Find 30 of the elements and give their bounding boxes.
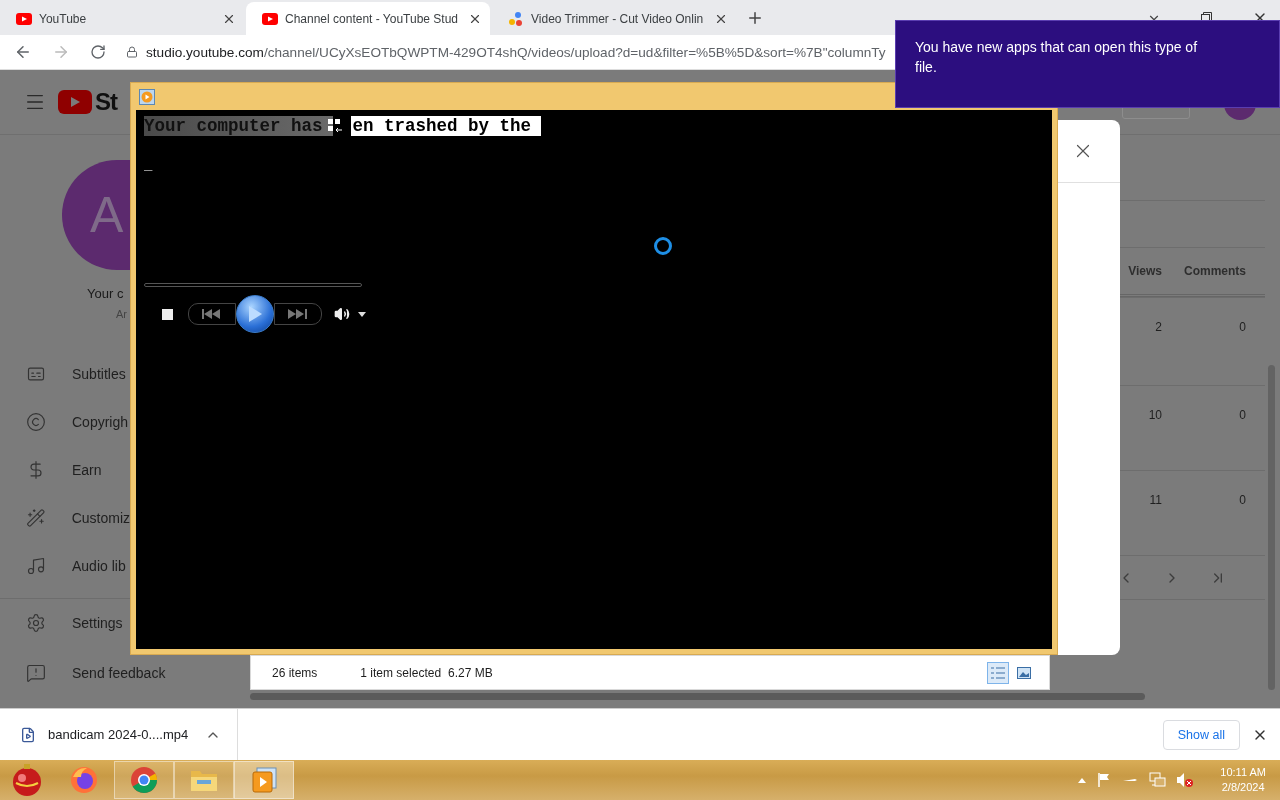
nav-item[interactable]: Send feedback [0,655,200,691]
nav-item[interactable]: Settings [0,599,130,647]
table-cell-text: 11 [1148,493,1162,507]
channel-label: Your c [87,286,124,301]
studio-logo: St [58,88,117,116]
avatar-letter: A [90,186,124,244]
item-count: 26 items [272,665,318,680]
nav-item[interactable]: Customiz [0,494,130,542]
table-cell-text: 0 [1238,320,1246,334]
caption-text: Your computer has [144,116,333,136]
file-size: 6.27 MB [448,665,493,680]
nav-item[interactable]: Audio lib [0,542,130,590]
table-cell-text: 0 [1238,408,1246,422]
table-cell-text: 10 [1147,408,1162,422]
browser-tab[interactable]: Channel content - YouTube Stud [246,2,490,35]
notification-text: You have new apps that can open this type of file. [915,39,1198,75]
clock[interactable]: 10:11 AM 2/8/2024 [1220,765,1266,795]
selection-info: 1 item selected [360,665,442,680]
cursor-text: _ [144,158,154,172]
table-cell-text: 2 [1154,320,1162,334]
caption-text: en trashed by the [350,116,542,136]
table-cell-text: 0 [1238,493,1246,507]
url-field[interactable]: studio.youtube.com/channel/UCyXsEOTbQWPTM-429OT4shQ/videos/upload?d=ud&filter=%5B%5D&sort=%7B"columnTy [146,44,886,60]
browser-tab[interactable]: Video Trimmer - Cut Video Onlin [492,2,736,35]
show-all-button[interactable]: Show all [1162,719,1240,750]
column-header[interactable]: Comments [1162,264,1246,278]
nav-item[interactable]: Copyrigh [0,398,130,446]
browser-tab[interactable]: YouTube [0,2,244,35]
nav-item[interactable]: Earn [0,446,130,494]
nav-item[interactable]: Subtitles [0,350,130,398]
